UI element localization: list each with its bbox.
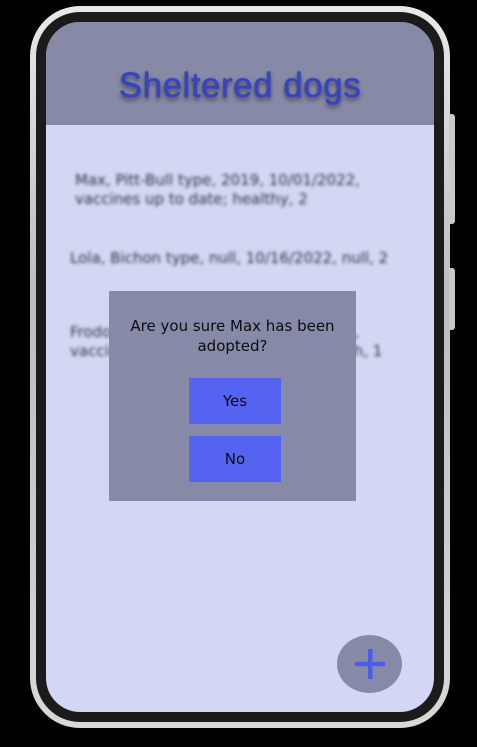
dialog-message: Are you sure Max has been adopted? <box>130 317 335 355</box>
plus-icon <box>354 649 385 679</box>
power-button <box>449 268 455 330</box>
app-header: Sheltered dogs <box>46 22 434 125</box>
adoption-confirm-dialog: Are you sure Max has been adopted? Yes N… <box>109 291 356 501</box>
volume-button <box>449 114 455 224</box>
no-button[interactable]: No <box>189 436 281 482</box>
app-screen: Sheltered dogs Max, Pitt-Bull type, 2019… <box>46 22 434 712</box>
page-title: Sheltered dogs <box>118 66 362 105</box>
list-item[interactable]: Lola, Bichon type, null, 10/16/2022, nul… <box>70 249 410 268</box>
add-dog-button[interactable] <box>337 635 402 693</box>
list-item[interactable]: Max, Pitt-Bull type, 2019, 10/01/2022, v… <box>75 171 395 209</box>
yes-button[interactable]: Yes <box>189 378 281 424</box>
